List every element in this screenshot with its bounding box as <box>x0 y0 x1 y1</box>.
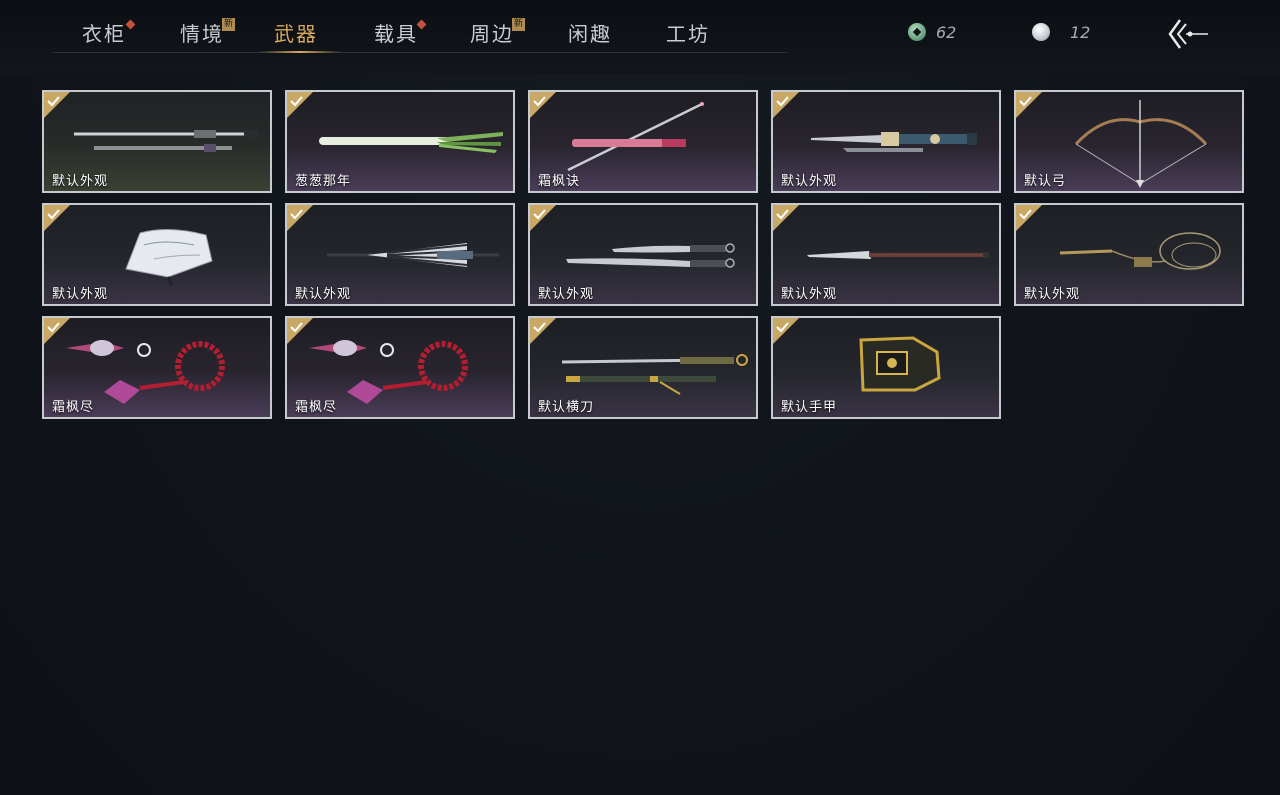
category-tabs: 衣柜 情境 新 武器 载具 周边 新 闲趣 工坊 <box>52 10 788 53</box>
active-tab-underline <box>258 51 342 53</box>
back-button[interactable] <box>1164 18 1210 50</box>
item-name: 默认外观 <box>52 287 109 302</box>
tab-leisure[interactable]: 闲趣 <box>568 18 612 48</box>
item-name: 默认横刀 <box>538 400 595 415</box>
new-badge: 新 <box>512 18 525 31</box>
tab-wardrobe[interactable]: 衣柜 <box>82 18 136 48</box>
weapon-card[interactable]: 默认外观 <box>285 203 515 306</box>
jade-currency: 62 <box>908 20 956 44</box>
tab-peripherals[interactable]: 周边 新 <box>470 18 525 48</box>
weapon-card[interactable]: 默认外观 <box>528 203 758 306</box>
pearl-currency: 12 <box>1032 20 1090 44</box>
owned-check-icon <box>530 318 556 344</box>
owned-check-icon <box>530 92 556 118</box>
weapon-card[interactable]: 默认外观 <box>1014 203 1244 306</box>
tab-label: 载具 <box>374 22 418 46</box>
pearl-amount: 12 <box>1070 22 1091 42</box>
weapon-card[interactable]: 默认手甲 <box>771 316 1001 419</box>
weapon-card[interactable]: 默认外观 <box>771 203 1001 306</box>
jade-coin-icon <box>908 23 926 41</box>
owned-check-icon <box>773 205 799 231</box>
weapon-card[interactable]: 默认外观 <box>42 90 272 193</box>
item-name: 霜枫诀 <box>538 174 581 189</box>
owned-check-icon <box>1016 205 1042 231</box>
item-name: 霜枫尽 <box>295 400 338 415</box>
weapon-card[interactable]: 默认外观 <box>771 90 1001 193</box>
tab-label: 情境 <box>180 22 224 46</box>
tab-label: 周边 <box>470 22 514 46</box>
owned-check-icon <box>1016 92 1042 118</box>
tab-label: 武器 <box>274 22 318 46</box>
owned-check-icon <box>287 205 313 231</box>
owned-check-icon <box>287 318 313 344</box>
owned-check-icon <box>530 205 556 231</box>
weapon-card[interactable]: 默认外观 <box>42 203 272 306</box>
item-name: 默认手甲 <box>781 400 838 415</box>
tab-label: 衣柜 <box>82 22 126 46</box>
tab-workshop[interactable]: 工坊 <box>666 18 710 48</box>
weapon-card[interactable]: 默认横刀 <box>528 316 758 419</box>
item-name: 默认外观 <box>538 287 595 302</box>
top-bar: 衣柜 情境 新 武器 载具 周边 新 闲趣 工坊 62 12 <box>0 0 1280 74</box>
weapon-card[interactable]: 葱葱那年 <box>285 90 515 193</box>
back-arrow-icon <box>1168 19 1208 49</box>
pearl-icon <box>1032 23 1050 41</box>
item-name: 默认弓 <box>1024 174 1067 189</box>
weapon-card[interactable]: 默认弓 <box>1014 90 1244 193</box>
weapon-card[interactable]: 霜枫诀 <box>528 90 758 193</box>
tab-label: 工坊 <box>666 22 710 46</box>
item-name: 默认外观 <box>52 174 109 189</box>
jade-amount: 62 <box>936 22 957 42</box>
weapon-card[interactable]: 霜枫尽 <box>42 316 272 419</box>
tab-scene[interactable]: 情境 新 <box>180 18 235 48</box>
item-name: 默认外观 <box>1024 287 1081 302</box>
owned-check-icon <box>44 92 70 118</box>
tab-label: 闲趣 <box>568 22 612 46</box>
tab-weapons[interactable]: 武器 <box>274 18 318 48</box>
new-badge: 新 <box>222 18 235 31</box>
weapon-card[interactable]: 霜枫尽 <box>285 316 515 419</box>
red-diamond-badge-icon <box>416 19 427 30</box>
item-name: 默认外观 <box>781 287 838 302</box>
game-wardrobe-screen: 衣柜 情境 新 武器 载具 周边 新 闲趣 工坊 62 12 默认外观 葱葱那年… <box>0 0 1280 795</box>
owned-check-icon <box>44 205 70 231</box>
red-diamond-badge-icon <box>125 19 136 30</box>
item-name: 默认外观 <box>781 174 838 189</box>
item-name: 默认外观 <box>295 287 352 302</box>
item-name: 葱葱那年 <box>295 174 352 189</box>
tab-vehicles[interactable]: 载具 <box>374 18 427 48</box>
owned-check-icon <box>773 318 799 344</box>
owned-check-icon <box>773 92 799 118</box>
owned-check-icon <box>44 318 70 344</box>
owned-check-icon <box>287 92 313 118</box>
item-name: 霜枫尽 <box>52 400 95 415</box>
